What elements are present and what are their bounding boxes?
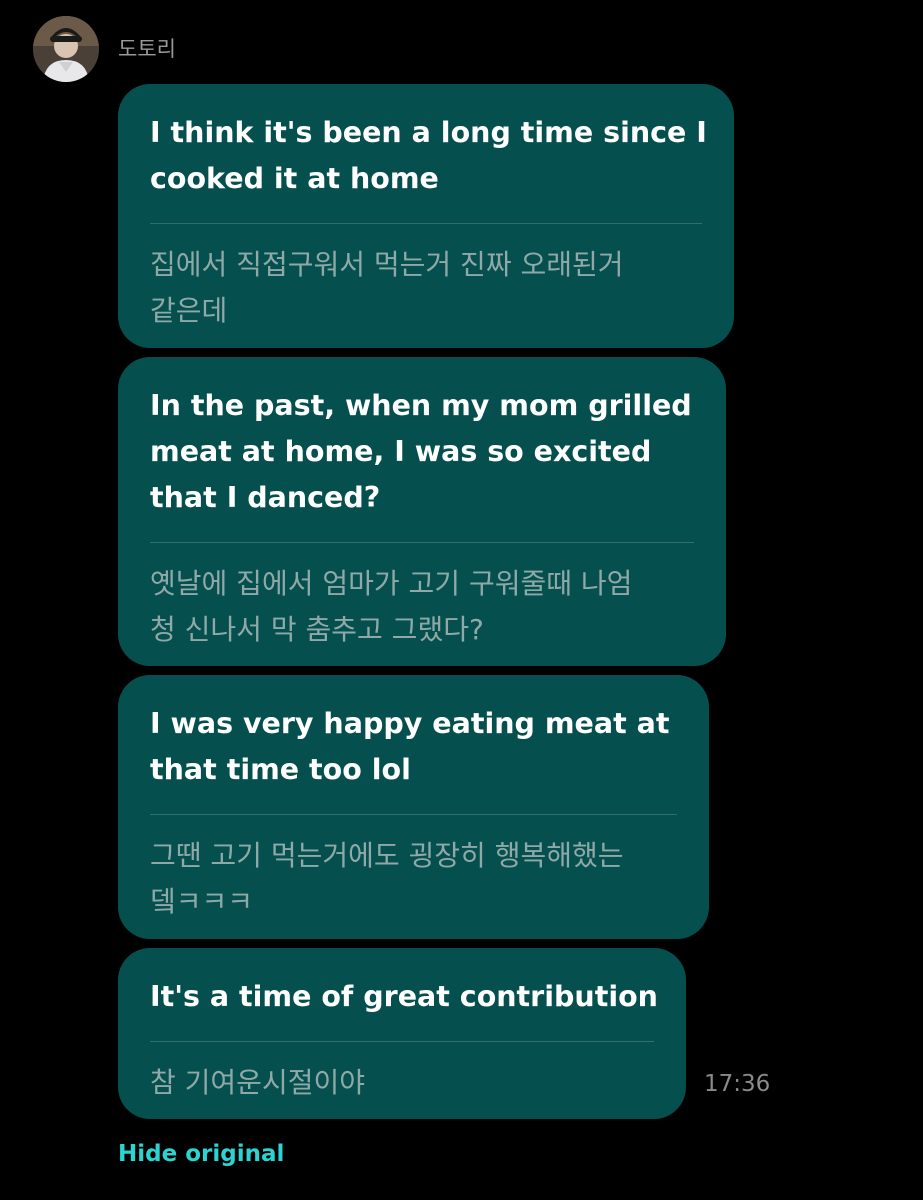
original-line: I was very happy eating meat at [150,707,670,740]
sender-name: 도토리 [118,37,176,61]
translated-line: 그땐 고기 먹는거에도 굉장히 행복해했는 [150,839,624,872]
translated-text: 옛날에 집에서 엄마가 고기 구워줄때 나엄 청 신나서 막 춤추고 그랬다? [150,561,694,653]
translated-text: 그땐 고기 먹는거에도 굉장히 행복해했는 뎈ㅋㅋㅋ [150,833,677,925]
message-bubble[interactable]: In the past, when my mom grilled meat at… [118,357,726,666]
message-bubble[interactable]: I was very happy eating meat at that tim… [118,675,709,939]
divider [150,223,702,224]
original-text: In the past, when my mom grilled meat at… [150,383,694,521]
translated-line: 집에서 직접구워서 먹는거 진짜 오래된거 [150,248,624,281]
translated-line: 같은데 [150,294,228,327]
original-text: I think it's been a long time since I co… [150,110,707,202]
message-bubble[interactable]: It's a time of great contribution 참 기여운시… [118,948,686,1119]
original-line: In the past, when my mom grilled [150,389,692,422]
hide-original-link[interactable]: Hide original [118,1138,284,1170]
message-bubble[interactable]: I think it's been a long time since I co… [118,84,734,348]
profile-photo-icon [33,16,99,82]
translated-text: 참 기여운시절이야 [150,1060,654,1106]
avatar[interactable] [33,16,99,82]
divider [150,1041,654,1042]
translated-text: 집에서 직접구워서 먹는거 진짜 오래된거 같은데 [150,242,702,334]
original-line: that I danced? [150,481,381,514]
original-line: It's a time of great contribution [150,980,658,1013]
message-timestamp: 17:36 [704,1071,771,1097]
translated-line: 청 신나서 막 춤추고 그랬다? [150,613,484,646]
divider [150,542,694,543]
original-line: meat at home, I was so excited [150,435,652,468]
original-text: It's a time of great contribution [150,974,658,1020]
original-line: cooked it at home [150,162,439,195]
original-text: I was very happy eating meat at that tim… [150,701,677,793]
translated-line: 참 기여운시절이야 [150,1066,365,1099]
original-line: I think it's been a long time since I [150,116,707,149]
translated-line: 뎈ㅋㅋㅋ [150,885,254,918]
divider [150,814,677,815]
original-line: that time too lol [150,753,411,786]
translated-line: 옛날에 집에서 엄마가 고기 구워줄때 나엄 [150,567,633,600]
